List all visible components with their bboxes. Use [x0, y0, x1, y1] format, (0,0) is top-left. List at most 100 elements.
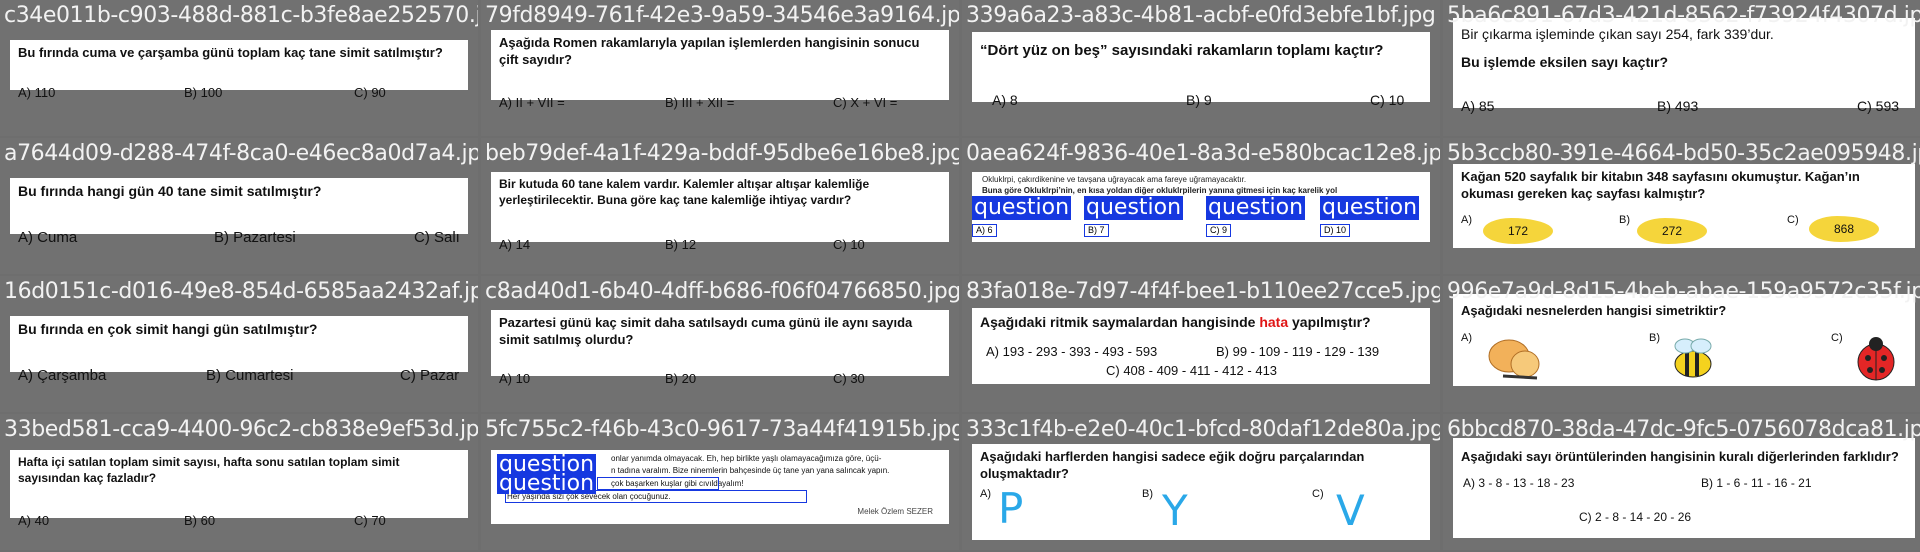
option-c: C) 90 [354, 85, 386, 100]
question-text: Bu fırında hangi gün 40 tane simit satıl… [18, 183, 322, 199]
question-text: Bu işlemde eksilen sayı kaçtır? [1461, 54, 1668, 70]
option-a: A) 10 [499, 371, 531, 386]
question-label-box: question [1206, 195, 1306, 220]
question-text: “Dört yüz on beş” sayısındaki rakamların… [980, 42, 1384, 59]
option-c: C) X + VI = [833, 95, 898, 110]
author: Melek Özlem SEZER [857, 507, 933, 516]
question-card: Aşağıdaki ritmik saymalardan hangisinde … [972, 308, 1430, 384]
option-a: A) [1461, 214, 1472, 226]
file-name: 339a6a23-a83c-4b81-acbf-e0fd3ebfe1bf.jpg [966, 3, 1436, 28]
grid-cell[interactable]: 16d0151c-d016-49e8-854d-6585aa2432af.jpg… [0, 276, 478, 412]
question-text: Okluklrpi, çakırdikenine ve tavşana uğra… [982, 175, 1247, 184]
file-name: 16d0151c-d016-49e8-854d-6585aa2432af.jpg [4, 279, 478, 304]
grid-cell[interactable]: 83fa018e-7d97-4f4f-bee1-b110ee27cce5.jpg… [962, 276, 1440, 412]
file-name: 5fc755c2-f46b-43c0-9617-73a44f41915b.jpg [485, 417, 959, 442]
option-a: A) 3 - 8 - 13 - 18 - 23 [1463, 476, 1575, 490]
file-name: c34e011b-c903-488d-881c-b3fe8ae252570.jp… [4, 3, 478, 28]
grid-cell[interactable]: 333c1f4b-e2e0-40c1-bfcd-80daf12de80a.jpg… [962, 414, 1440, 550]
question-card: Bir kutuda 60 tane kalem vardır. Kalemle… [491, 172, 949, 252]
option-a: A) II + VII = [499, 95, 565, 110]
ladybug-icon [1857, 337, 1895, 381]
option-b: B) [1142, 488, 1153, 500]
option-d: D) 10 [1320, 224, 1351, 237]
option-b: B) [1619, 214, 1630, 226]
question-text: Aşağıda Romen rakamlarıyla yapılan işlem… [499, 35, 920, 67]
file-name: 996e7a9d-8d15-4beb-abae-159a9572c35f.jpg [1447, 279, 1920, 304]
option-a: A) 14 [499, 237, 531, 252]
butterfly-icon [1488, 339, 1540, 380]
grid-cell[interactable]: 339a6a23-a83c-4b81-acbf-e0fd3ebfe1bf.jpg… [962, 0, 1440, 136]
option-b: B) 493 [1657, 98, 1699, 114]
question-card: Bu fırında cuma ve çarşamba günü toplam … [10, 40, 468, 100]
question-text: Aşağıdaki ritmik saymalardan hangisinde … [972, 308, 1430, 331]
option-c: C) Pazar [400, 367, 460, 384]
letter-line-2: n tadına varalım. Bize ninemlerin bahçes… [611, 466, 890, 475]
question-text: Aşağıdaki sayı örüntülerinden hangisinin… [1461, 449, 1899, 464]
option-a: A) 110 [18, 85, 56, 100]
option-b: B) 100 [184, 85, 223, 100]
option-c: C) 30 [833, 371, 865, 386]
option-b: B) 7 [1084, 224, 1109, 237]
option-c: C) [1831, 332, 1843, 344]
grid-cell[interactable]: a7644d09-d288-474f-8ca0-e46ec8a0d7a4.jpg… [0, 138, 478, 274]
option-c: C) 10 [1370, 92, 1405, 108]
option-b: B) 99 - 109 - 119 - 129 - 139 [1216, 344, 1380, 359]
option-b: B) 12 [665, 237, 697, 252]
option-c: C) 70 [354, 513, 386, 528]
question-text-c: yapılmıştır? [1288, 314, 1371, 330]
question-card: Aşağıda Romen rakamlarıyla yapılan işlem… [491, 30, 949, 110]
file-name: 5ba6c891-67d3-421d-8562-f73924f4307d.jpg [1447, 3, 1920, 28]
option-a: A) [1461, 332, 1472, 344]
file-name: 0aea624f-9836-40e1-8a3d-e580bcac12e8.jpg [966, 141, 1440, 166]
option-c: C) 9 [1206, 224, 1232, 237]
option-c: C) 408 - 409 - 411 - 412 - 413 [1106, 363, 1278, 378]
question-text: Aşağıdaki harflerden hangisi sadece eğik… [980, 449, 1365, 481]
option-c: C) 10 [833, 237, 865, 252]
grid-cell[interactable]: 33bed581-cca9-4400-96c2-cb838e9ef53d.jpg… [0, 414, 478, 550]
option-a: A) 6 [972, 224, 997, 237]
option-c: C) 593 [1857, 98, 1900, 114]
grid-cell[interactable]: 5fc755c2-f46b-43c0-9617-73a44f41915b.jpg… [481, 414, 959, 550]
option-a: A) Cuma [18, 229, 78, 246]
question-text: Bir kutuda 60 tane kalem vardır. Kalemle… [499, 177, 870, 207]
letter-y: Y [1162, 486, 1188, 535]
grid-cell[interactable]: Aşağıdaki nesnelerden hangisi simetrikti… [1443, 276, 1920, 412]
option-c: C) 2 - 8 - 14 - 20 - 26 [1579, 510, 1692, 524]
letter-line-1: onlar yanımda olmayacak. Eh, hep birlikt… [611, 454, 882, 463]
grid-cell[interactable]: c34e011b-c903-488d-881c-b3fe8ae252570.jp… [0, 0, 478, 136]
image-grid: c34e011b-c903-488d-881c-b3fe8ae252570.jp… [0, 0, 1920, 552]
question-highlight: hata [1259, 314, 1289, 330]
grid-cell[interactable]: beb79def-4a1f-429a-bddf-95dbe6e16be8.jpg… [481, 138, 959, 274]
grid-cell[interactable]: 5b3ccb80-391e-4664-bd50-35c2ae095948.jpg… [1443, 138, 1920, 274]
option-b: B) [1649, 332, 1660, 344]
question-card: Pazartesi günü kaç simit daha satılsaydı… [491, 310, 949, 386]
question-label-box: question [1084, 195, 1184, 220]
option-a: A) Çarşamba [18, 367, 107, 384]
answer-value-a: 172 [1483, 218, 1553, 244]
grid-cell[interactable]: Bir çıkarma işleminde çıkan sayı 254, fa… [1443, 0, 1920, 136]
option-a: A) 85 [1461, 98, 1495, 114]
question-card: Hafta içi satılan toplam simit sayısı, h… [10, 450, 468, 528]
question-card: “Dört yüz on beş” sayısındaki rakamların… [972, 32, 1430, 108]
option-c: C) [1787, 214, 1799, 226]
question-text-a: Aşağıdaki ritmik saymalardan hangisinde [980, 314, 1260, 330]
question-card: Kağan 520 sayfalık bir kitabın 348 sayfa… [1453, 164, 1915, 248]
option-b: B) 20 [665, 371, 697, 386]
question-card: Aşağıdaki harflerden hangisi sadece eğik… [972, 444, 1430, 540]
option-c: C) [1312, 488, 1324, 500]
grid-cell[interactable]: Aşağıdaki sayı örüntülerinden hangisinin… [1443, 414, 1920, 550]
option-a: A) [980, 488, 991, 500]
grid-cell[interactable]: 79fd8949-761f-42e3-9a59-34546e3a9164.jpg… [481, 0, 959, 136]
grid-cell[interactable]: 0aea624f-9836-40e1-8a3d-e580bcac12e8.jpg… [962, 138, 1440, 274]
letter-p: P [998, 484, 1024, 533]
option-b: B) 60 [184, 513, 216, 528]
letter-v: V [1336, 486, 1365, 535]
option-a: A) 40 [18, 513, 50, 528]
option-b: B) Pazartesi [214, 229, 296, 246]
option-b: B) 1 - 6 - 11 - 16 - 21 [1701, 476, 1812, 490]
file-name: 79fd8949-761f-42e3-9a59-34546e3a9164.jpg [485, 3, 959, 28]
grid-cell[interactable]: c8ad40d1-6b40-4dff-b686-f06f04766850.jpg… [481, 276, 959, 412]
answer-value-b: 272 [1637, 218, 1707, 244]
answer-value-c: 868 [1809, 216, 1879, 242]
file-name: beb79def-4a1f-429a-bddf-95dbe6e16be8.jpg [485, 141, 959, 166]
